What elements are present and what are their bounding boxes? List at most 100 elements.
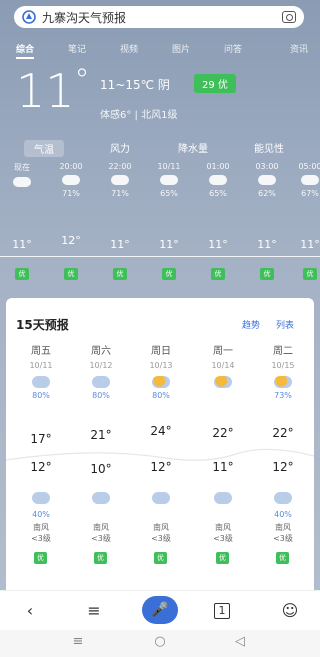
day-pop: 80% [92,391,110,400]
day-pop: 80% [152,391,170,400]
nav-back-icon[interactable]: ◁ [228,634,252,649]
aqi-badge: 优 [216,552,229,564]
hour-temp: 11° [159,238,179,251]
day-high: 22° [272,426,294,440]
hour-pop: 62% [258,189,276,198]
wind-level: <3级 [151,534,171,543]
cloud-icon [301,175,319,185]
tab-qa[interactable]: 问答 [224,42,242,55]
feels-like-text: 体感6° | 北风1级 [100,110,178,121]
night-pop: 40% [32,510,50,519]
camera-search-icon[interactable] [282,11,296,23]
voice-search-button[interactable]: 🎤 [142,596,178,624]
hourly-temp-line [0,256,320,257]
current-temp-value: 11 [16,64,75,118]
hourly-forecast[interactable]: 现在 11° 优 20:00 71% 12° 优 22:00 71% 11° 优… [0,162,320,290]
forecast-day[interactable]: 周五 10/11 80% 17° 12° 40% 南风 <3级 优 [16,342,66,564]
day-high: 24° [150,424,172,438]
cloud-icon [92,376,110,388]
day-date: 10/14 [211,361,235,370]
hourly-item: 10/11 65% 11° 优 [151,162,187,280]
day-date: 10/13 [149,361,173,370]
trend-link[interactable]: 趋势 [242,318,260,331]
browser-toolbar: ‹ ≡ 🎤 1 ☺ [0,590,320,630]
cloud-icon [32,376,50,388]
subtab-temperature[interactable]: 气温 [24,140,64,157]
aqi-badge: 优 [34,552,47,564]
cloud-icon [209,175,227,185]
day-low: 12° [272,460,294,474]
menu-icon[interactable]: ≡ [82,601,106,620]
aqi-badge-icon: 优 [113,268,127,280]
hourly-item: 01:00 65% 11° 优 [200,162,236,280]
tab-news[interactable]: 资讯 [290,42,308,55]
wind-direction: 南风 [93,523,109,532]
current-temperature: 11° [16,66,90,115]
hourly-item: 现在 11° 优 [4,162,40,280]
day-week: 周六 [91,346,111,357]
tab-images[interactable]: 图片 [172,42,190,55]
hour-temp: 11° [300,238,320,251]
wind-level: <3级 [91,534,111,543]
hour-temp: 11° [110,238,130,251]
day-pop: 80% [32,391,50,400]
cloud-icon [13,177,31,187]
day-low: 10° [90,462,112,476]
partly-sunny-icon [274,376,292,388]
day-week: 周五 [31,346,51,357]
search-input[interactable]: 九寨沟天气预报 [42,9,282,26]
subtab-precipitation[interactable]: 降水量 [178,140,208,155]
subtab-wind[interactable]: 风力 [110,140,130,155]
wind-level: <3级 [273,534,293,543]
day-week: 周日 [151,346,171,357]
wind-level: <3级 [213,534,233,543]
search-bar[interactable]: 九寨沟天气预报 [14,6,304,28]
tabs-count-icon[interactable]: 1 [214,603,230,619]
aqi-badge-icon: 优 [303,268,317,280]
night-cloud-icon [274,492,292,504]
recents-icon[interactable]: ≡ [66,634,90,649]
aqi-badge-icon: 优 [260,268,274,280]
hour-time: 05:00 [298,162,320,171]
night-cloud-icon [152,492,170,504]
system-nav-bar: ≡ ○ ◁ [0,630,320,657]
tab-videos[interactable]: 视频 [120,42,138,55]
home-icon[interactable]: ○ [148,634,172,649]
wind-direction: 南风 [153,523,169,532]
night-cloud-icon [32,492,50,504]
forecast-day[interactable]: 周六 10/12 80% 21° 10° 南风 <3级 优 [76,342,126,564]
night-pop: 40% [274,510,292,519]
subtab-visibility[interactable]: 能见性 [254,140,284,155]
forecast-day[interactable]: 周一 10/14 22° 11° 南风 <3级 优 [198,342,248,564]
forecast-day[interactable]: 周二 10/15 73% 22° 12° 40% 南风 <3级 优 [258,342,308,564]
aqi-badge-icon: 优 [211,268,225,280]
cloud-icon [258,175,276,185]
list-link[interactable]: 列表 [276,318,294,331]
hour-time: 03:00 [255,162,279,171]
hour-time: 现在 [14,163,30,172]
hour-temp: 11° [12,238,32,251]
day-date: 10/12 [89,361,113,370]
night-moon-icon [214,492,232,504]
hour-pop: 71% [111,189,129,198]
back-icon[interactable]: ‹ [18,601,42,620]
tab-notes[interactable]: 笔记 [68,42,86,55]
hourly-item: 22:00 71% 11° 优 [102,162,138,280]
hour-temp: 11° [208,238,228,251]
night-moon-icon [92,492,110,504]
app-logo-icon [22,10,36,24]
hour-time: 10/11 [157,162,181,171]
profile-icon[interactable]: ☺ [278,601,302,620]
day-high: 17° [30,432,52,446]
tab-comprehensive[interactable]: 综合 [16,42,35,59]
aqi-badge: 优 [276,552,289,564]
day-pop: 73% [274,391,292,400]
wind-level: <3级 [31,534,51,543]
wind-direction: 南风 [215,523,231,532]
forecast-day[interactable]: 周日 10/13 80% 24° 12° 南风 <3级 优 [136,342,186,564]
sunny-icon [214,376,232,388]
hour-pop: 71% [62,189,80,198]
hourly-item: 20:00 71% 12° 优 [53,162,89,280]
hour-time: 20:00 [59,162,83,171]
aqi-badge[interactable]: 29 优 [194,74,236,93]
